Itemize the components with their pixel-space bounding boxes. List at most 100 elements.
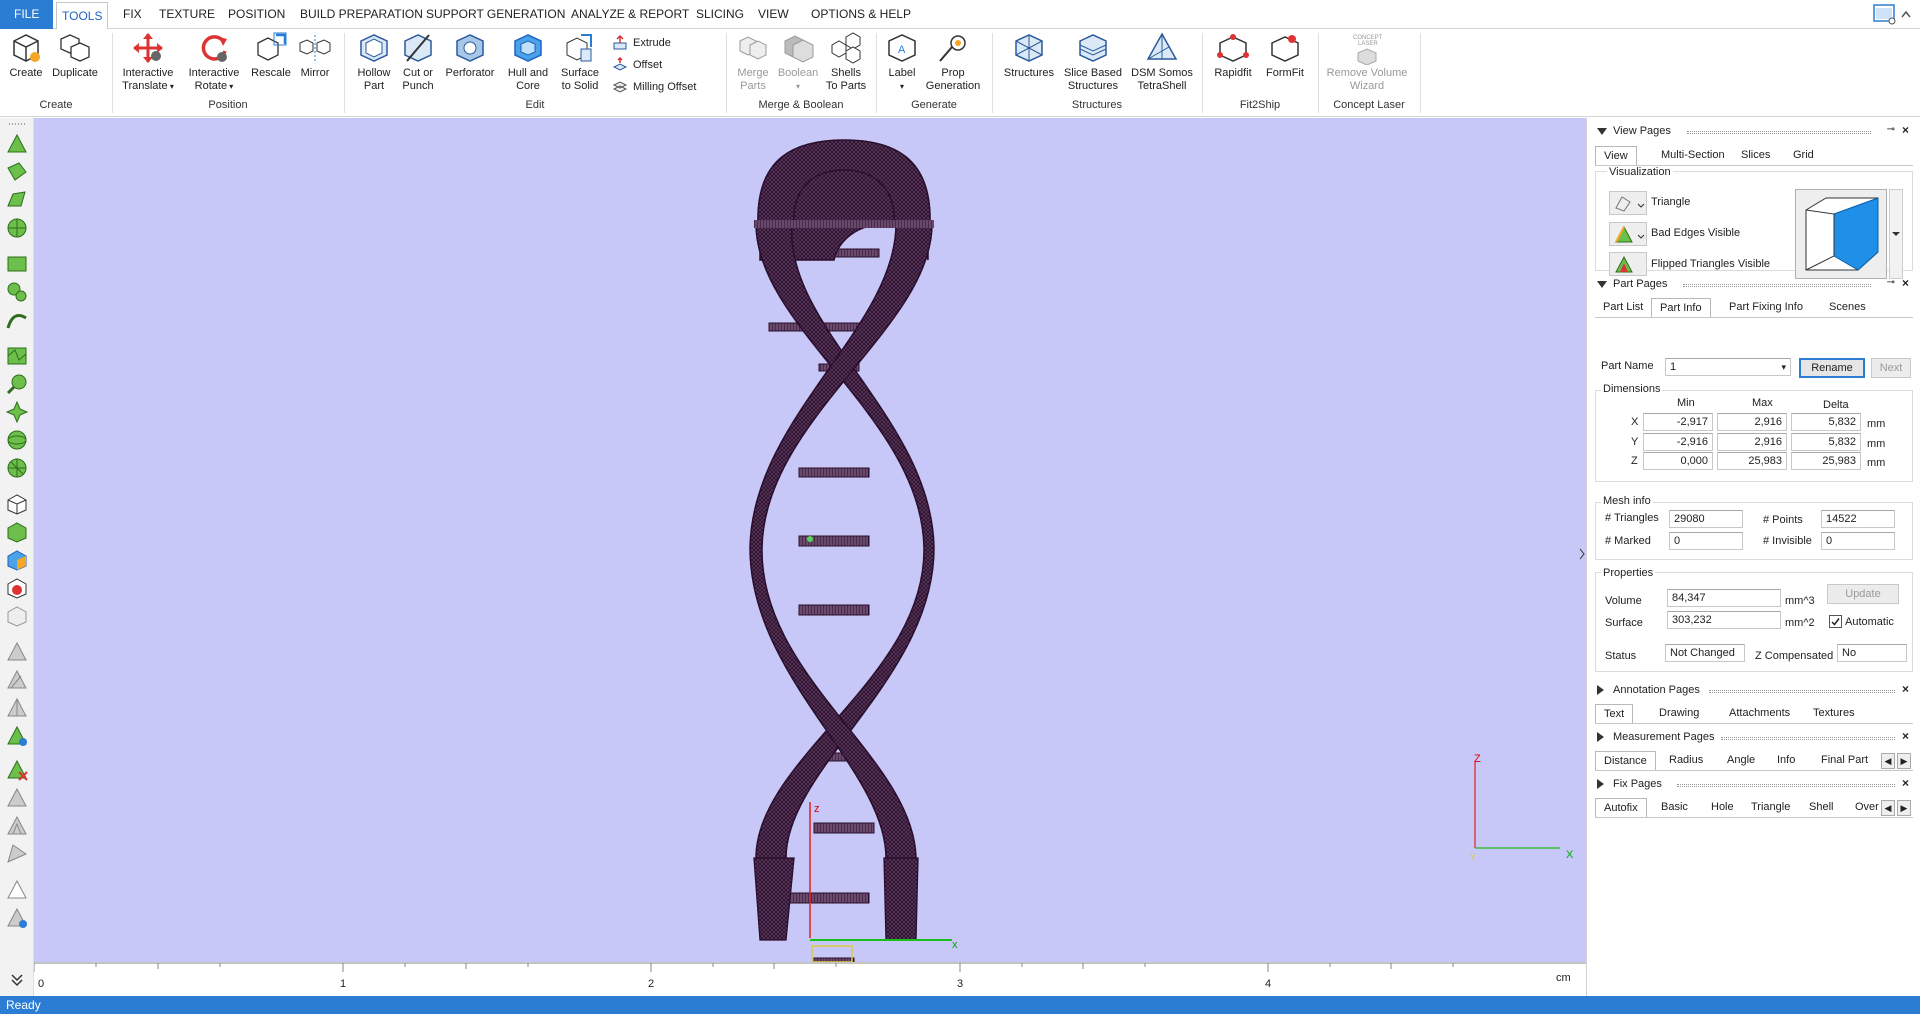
offset-button[interactable]: Offset: [612, 55, 662, 75]
view-pages-header[interactable]: View Pages ⊸ ×: [1597, 123, 1911, 140]
surface-field[interactable]: 303,232: [1667, 611, 1781, 629]
structures-button[interactable]: Structures: [1000, 31, 1058, 80]
tab-textures[interactable]: Textures: [1805, 704, 1863, 724]
view-cube-dropdown[interactable]: [1889, 189, 1903, 279]
dsm-somos-tetrashell-button[interactable]: DSM Somos TetraShell: [1130, 31, 1194, 93]
tab-hole[interactable]: Hole: [1703, 798, 1742, 818]
triangle-tool-3-icon[interactable]: [5, 696, 29, 720]
triangle-tool-8-icon[interactable]: [5, 878, 29, 902]
expand-icon[interactable]: [1597, 685, 1604, 695]
menu-build-preparation[interactable]: BUILD PREPARATION: [295, 0, 428, 29]
part-pages-header[interactable]: Part Pages ⊸ ×: [1597, 276, 1911, 293]
select-surface-icon[interactable]: [5, 160, 29, 184]
dim-x-max[interactable]: 2,916: [1717, 413, 1787, 431]
measurement-pages-header[interactable]: Measurement Pages ×: [1597, 729, 1911, 746]
menu-texture[interactable]: TEXTURE: [154, 0, 220, 29]
expand-chevron-icon[interactable]: [5, 972, 29, 988]
select-triangle-icon[interactable]: [5, 132, 29, 156]
label-button[interactable]: A Label ▾: [882, 31, 922, 93]
menu-file[interactable]: FILE: [0, 0, 54, 29]
select-lasso-icon[interactable]: [5, 280, 29, 304]
remove-volume-wizard-button[interactable]: CONCEPT LASER Remove Volume Wizard: [1322, 31, 1412, 93]
extrude-button[interactable]: Extrude: [612, 33, 671, 53]
fix-pages-header[interactable]: Fix Pages ×: [1597, 776, 1911, 793]
next-button[interactable]: Next: [1871, 358, 1911, 378]
menu-position[interactable]: POSITION: [223, 0, 290, 29]
select-part-color-icon[interactable]: [5, 548, 29, 572]
triangle-tool-1-icon[interactable]: [5, 640, 29, 664]
tab-shell[interactable]: Shell: [1801, 798, 1841, 818]
select-shell-icon[interactable]: [5, 216, 29, 240]
dim-y-delta[interactable]: 5,832: [1791, 433, 1861, 451]
tab-autofix[interactable]: Autofix: [1595, 798, 1647, 818]
select-brush-icon[interactable]: [5, 372, 29, 396]
part-name-select[interactable]: 1 ▾: [1665, 358, 1791, 376]
cut-or-punch-button[interactable]: Cut or Punch: [398, 31, 438, 93]
triangle-tool-2-icon[interactable]: [5, 668, 29, 692]
triangle-tool-5-icon[interactable]: [5, 786, 29, 810]
status-field[interactable]: Not Changed: [1665, 644, 1745, 662]
tab-scroll-right-icon[interactable]: ▶: [1897, 800, 1911, 816]
interactive-translate-button[interactable]: Interactive Translate ▾: [118, 31, 178, 93]
tab-info[interactable]: Info: [1769, 751, 1803, 771]
menu-analyze-report[interactable]: ANALYZE & REPORT: [566, 0, 694, 29]
invisible-field[interactable]: 0: [1821, 532, 1895, 550]
dim-y-max[interactable]: 2,916: [1717, 433, 1787, 451]
dim-z-delta[interactable]: 25,983: [1791, 452, 1861, 470]
tab-scroll-left-icon[interactable]: ◀: [1881, 753, 1895, 769]
points-field[interactable]: 14522: [1821, 510, 1895, 528]
select-part-icon[interactable]: [5, 492, 29, 516]
marked-field[interactable]: 0: [1669, 532, 1743, 550]
close-icon[interactable]: ×: [1902, 776, 1909, 790]
tab-slices[interactable]: Slices: [1733, 146, 1778, 166]
tab-scenes[interactable]: Scenes: [1821, 298, 1874, 318]
prop-generation-button[interactable]: Prop Generation: [924, 31, 982, 93]
select-sphere-icon[interactable]: [5, 428, 29, 452]
tab-part-fixing-info[interactable]: Part Fixing Info: [1721, 298, 1811, 318]
rescale-button[interactable]: Rescale: [250, 31, 292, 80]
tab-part-list[interactable]: Part List: [1595, 298, 1651, 318]
panel-splitter-icon[interactable]: [1579, 548, 1585, 560]
select-grid-icon[interactable]: [5, 456, 29, 480]
menu-support-generation[interactable]: SUPPORT GENERATION: [421, 0, 570, 29]
dim-z-min[interactable]: 0,000: [1643, 452, 1713, 470]
select-box-icon[interactable]: [5, 252, 29, 276]
tab-angle[interactable]: Angle: [1719, 751, 1763, 771]
tab-part-info[interactable]: Part Info: [1651, 298, 1711, 318]
window-layout-icon[interactable]: [1872, 3, 1912, 25]
expand-icon[interactable]: [1597, 779, 1604, 789]
boolean-button[interactable]: Boolean ▾: [776, 31, 820, 93]
select-curve-icon[interactable]: [5, 308, 29, 332]
menu-options-help[interactable]: OPTIONS & HELP: [806, 0, 916, 29]
close-icon[interactable]: ×: [1902, 729, 1909, 743]
triangle-tool-4-icon[interactable]: [5, 724, 29, 748]
collapse-icon[interactable]: [1597, 281, 1607, 288]
pin-icon[interactable]: ⊸: [1887, 124, 1895, 135]
flipped-triangles-button[interactable]: [1609, 252, 1647, 276]
volume-field[interactable]: 84,347: [1667, 589, 1781, 607]
tab-text[interactable]: Text: [1595, 704, 1634, 724]
tab-scroll-right-icon[interactable]: ▶: [1897, 753, 1911, 769]
menu-view[interactable]: VIEW: [753, 0, 794, 29]
formfit-button[interactable]: FormFit: [1262, 31, 1308, 80]
hollow-part-button[interactable]: Hollow Part: [352, 31, 396, 93]
triangle-tool-6-icon[interactable]: [5, 814, 29, 838]
tab-final-part[interactable]: Final Part: [1813, 751, 1876, 771]
select-part-red-icon[interactable]: [5, 576, 29, 600]
surface-to-solid-button[interactable]: Surface to Solid: [556, 31, 604, 93]
triangle-tool-9-icon[interactable]: [5, 906, 29, 930]
tab-triangle[interactable]: Triangle: [1743, 798, 1798, 818]
menu-fix[interactable]: FIX: [118, 0, 147, 29]
tab-attachments[interactable]: Attachments: [1721, 704, 1798, 724]
tab-grid[interactable]: Grid: [1785, 146, 1822, 166]
tab-scroll-left-icon[interactable]: ◀: [1881, 800, 1895, 816]
select-part-green-icon[interactable]: [5, 520, 29, 544]
view-cube[interactable]: [1795, 189, 1887, 279]
rapidfit-button[interactable]: Rapidfit: [1210, 31, 1256, 80]
close-icon[interactable]: ×: [1902, 276, 1909, 290]
tab-distance[interactable]: Distance: [1595, 751, 1656, 771]
dim-x-delta[interactable]: 5,832: [1791, 413, 1861, 431]
duplicate-button[interactable]: Duplicate: [49, 31, 101, 80]
dim-z-max[interactable]: 25,983: [1717, 452, 1787, 470]
milling-offset-button[interactable]: Milling Offset: [612, 77, 696, 97]
